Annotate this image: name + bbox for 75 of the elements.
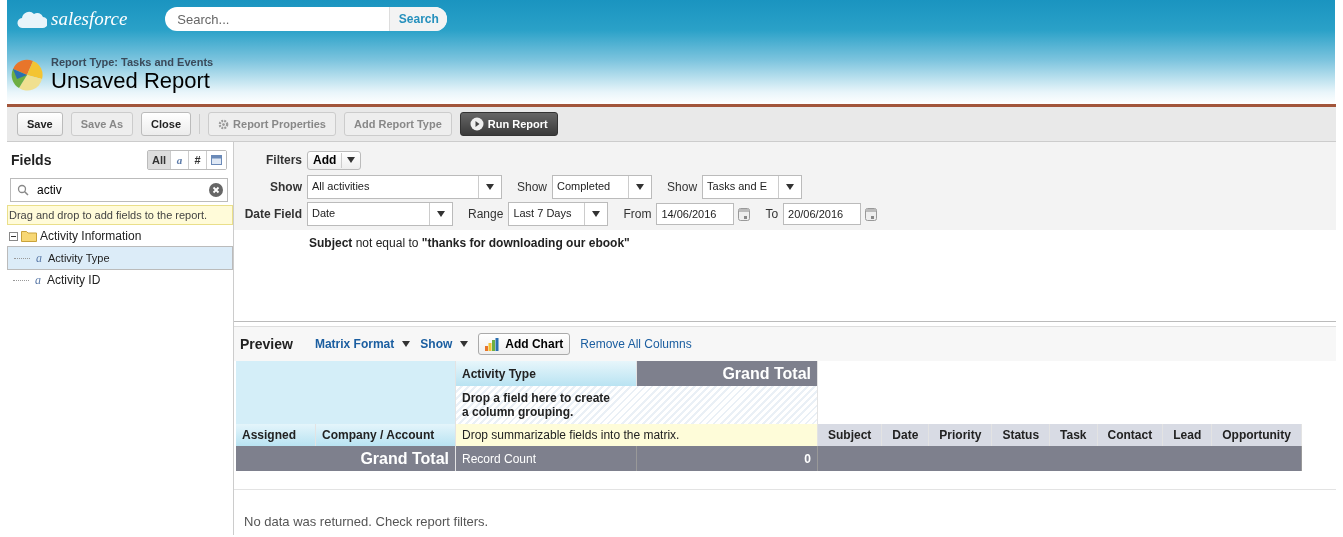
report-type-label: Report Type: Tasks and Events xyxy=(51,56,214,68)
drop-zone: Drop summarizable fields into the matrix. xyxy=(456,424,818,446)
grand-total-label: Grand Total xyxy=(236,446,456,471)
bar-chart-icon xyxy=(485,337,500,351)
caret-icon xyxy=(636,184,645,190)
calendar-icon xyxy=(738,207,751,221)
filter-label: To xyxy=(765,207,779,221)
filter-label: Show xyxy=(667,180,698,194)
table-cell: Record Count xyxy=(456,446,637,471)
column-header: Subject xyxy=(818,424,883,446)
gear-icon xyxy=(218,118,230,130)
toolbar-button[interactable]: Save xyxy=(17,112,63,136)
text-field-icon: a xyxy=(33,250,45,266)
grand-total-header: Grand Total xyxy=(637,361,818,386)
filter-label: Show xyxy=(517,180,548,194)
caret-icon xyxy=(402,341,411,347)
caret-icon xyxy=(486,184,494,190)
table-cell: 0 xyxy=(637,446,818,471)
date-field[interactable]: 20/06/2016 xyxy=(783,203,862,225)
date-field[interactable]: 14/06/2016 xyxy=(656,203,735,225)
filter-label: From xyxy=(623,207,652,221)
column-header: Assigned xyxy=(236,424,316,446)
column-header: Company / Account xyxy=(316,424,456,446)
dropdown[interactable]: Date xyxy=(307,202,453,226)
add-filter-button[interactable]: Add xyxy=(307,150,362,170)
drop-zone: Drop a field here to create a column grouping. xyxy=(456,386,818,424)
calendar-icon xyxy=(211,155,222,165)
filter-label: Filters xyxy=(265,153,302,167)
play-icon xyxy=(469,117,484,131)
caret-icon xyxy=(347,157,356,163)
column-header: Task xyxy=(1050,424,1098,446)
calendar-icon xyxy=(865,207,878,221)
dropdown[interactable]: Completed xyxy=(552,175,653,199)
show-menu[interactable]: Show xyxy=(420,337,469,351)
column-header: Date xyxy=(882,424,930,446)
tree-item[interactable]: a Activity Type xyxy=(7,246,233,270)
text-field-icon: a xyxy=(32,272,44,288)
remove-columns-link[interactable]: Remove All Columns xyxy=(580,337,692,351)
filter-label: Range xyxy=(468,207,504,221)
dropdown[interactable]: Last 7 Days xyxy=(508,202,609,226)
search-icon xyxy=(17,184,29,196)
field-type-toggle[interactable] xyxy=(206,151,226,169)
format-menu[interactable]: Matrix Format xyxy=(314,337,411,351)
column-header: Activity Type xyxy=(456,361,637,386)
column-header: Lead xyxy=(1163,424,1213,446)
clear-icon xyxy=(209,183,223,197)
collapse-icon xyxy=(9,231,18,241)
field-type-toggle[interactable]: All xyxy=(147,151,170,169)
dropdown[interactable]: Tasks and E xyxy=(702,175,803,199)
panel-title: Fields xyxy=(11,152,52,168)
filter-label: Date Field xyxy=(243,207,302,221)
filter-label: Show xyxy=(269,180,302,194)
dropdown[interactable]: All activities xyxy=(307,175,502,199)
tree-item[interactable]: Activity Information xyxy=(7,226,233,246)
tree-item[interactable]: a Activity ID xyxy=(7,270,233,290)
toolbar-button[interactable]: Run Report xyxy=(459,112,558,136)
caret-icon xyxy=(437,211,445,217)
caret-icon xyxy=(592,211,601,217)
folder-icon xyxy=(21,230,37,242)
add-chart-button[interactable]: Add Chart xyxy=(478,333,571,355)
pie-chart-icon xyxy=(9,57,45,93)
column-header: Status xyxy=(992,424,1051,446)
column-header: Opportunity xyxy=(1212,424,1302,446)
caret-icon xyxy=(786,184,795,190)
section-title: Preview xyxy=(240,336,293,352)
column-header: Priority xyxy=(929,424,993,446)
empty-message: No data was returned. Check report filters. xyxy=(244,514,490,529)
search-input[interactable]: Search... xyxy=(165,7,390,31)
column-header: Contact xyxy=(1097,424,1164,446)
page-title: Unsaved Report xyxy=(51,68,211,94)
toolbar-button[interactable]: Close xyxy=(141,112,192,136)
search-field[interactable]: activ xyxy=(10,178,228,202)
hint-text: Drag and drop to add fields to the report. xyxy=(7,205,233,225)
filter-criteria: Subject not equal to "thanks for downloading our ebook" xyxy=(309,236,631,250)
caret-icon xyxy=(460,341,469,347)
